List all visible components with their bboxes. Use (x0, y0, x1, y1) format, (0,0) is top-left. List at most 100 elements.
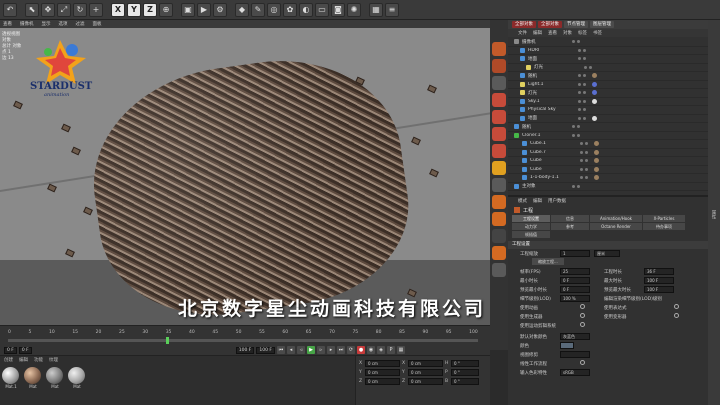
go-end-icon[interactable]: ⏭ (337, 346, 345, 354)
section-header[interactable]: 工程设置 (508, 241, 708, 249)
lod-field[interactable]: 100 % (560, 295, 590, 302)
preview-min-field[interactable]: 0 F (560, 286, 590, 293)
current-frame-field[interactable]: 0 F (4, 346, 17, 354)
tab-objects-2[interactable]: 全部对象 (538, 21, 562, 28)
object-row[interactable]: 地面 (508, 115, 708, 123)
plugin-s1-icon[interactable] (492, 195, 506, 209)
vp-menu-camera[interactable]: 摄像机 (20, 21, 34, 27)
prev-frame-icon[interactable]: ◃ (297, 346, 305, 354)
coordinate-system-icon[interactable]: ⊕ (159, 2, 173, 17)
om-menu-edit[interactable]: 编辑 (533, 30, 542, 36)
om-menu-file[interactable]: 文件 (518, 30, 527, 36)
texture-mode-icon[interactable] (492, 59, 506, 73)
preview-end-field[interactable]: 100 F (256, 346, 275, 354)
object-row[interactable]: 灯光 (508, 64, 708, 72)
plugin-s3-icon[interactable] (492, 229, 506, 243)
rotate-icon[interactable]: ↻ (73, 2, 87, 17)
lock-icon[interactable] (492, 178, 506, 192)
coord-rot-h[interactable]: 0 ° (451, 360, 479, 367)
tab-todo[interactable]: 待办事项 (643, 223, 685, 230)
playhead[interactable] (166, 337, 169, 344)
start-frame-field[interactable]: 0 F (18, 346, 32, 354)
object-row[interactable]: Cube.1 (508, 140, 708, 149)
deformer-icon[interactable]: ◐ (299, 2, 313, 17)
axis-y-button[interactable]: Y (127, 2, 141, 17)
scale-unit-dropdown[interactable]: 厘米 (594, 250, 620, 257)
points-mode-icon[interactable] (492, 93, 506, 107)
object-row[interactable]: 随机 (508, 72, 708, 81)
tab-objects[interactable]: 全部对象 (512, 21, 536, 28)
timeline-track[interactable] (8, 339, 478, 342)
object-row[interactable]: 地面 (508, 55, 708, 64)
axis-z-button[interactable]: Z (143, 2, 157, 17)
min-time-field[interactable]: 0 F (560, 277, 590, 284)
object-row[interactable]: HDRI (508, 47, 708, 55)
script-icon[interactable]: ≡ (385, 2, 399, 17)
view-clip-dropdown[interactable] (560, 351, 590, 358)
tab-frame-interp[interactable]: 帧插值 (512, 231, 550, 238)
record-icon[interactable]: ● (357, 346, 365, 354)
scheme-icon[interactable]: ▦ (397, 346, 405, 354)
undo-icon[interactable]: ↶ (3, 2, 17, 17)
coord-pos-x[interactable]: 0 cm (365, 360, 400, 367)
om-menu-view[interactable]: 查看 (548, 30, 557, 36)
next-frame-icon[interactable]: ▹ (317, 346, 325, 354)
tab-animation-hook[interactable]: Animation/Hook (590, 215, 642, 222)
axis-mode-icon[interactable] (492, 144, 506, 158)
mat-menu-function[interactable]: 功能 (34, 357, 43, 363)
om-menu-object[interactable]: 对象 (563, 30, 572, 36)
tab-node-manager[interactable]: 节点管理 (564, 21, 588, 28)
material-swatch[interactable]: Mat (68, 367, 86, 389)
fps-field[interactable]: 25 (560, 268, 590, 275)
project-time-field[interactable]: 36 F (644, 268, 674, 275)
vp-menu-display[interactable]: 显示 (42, 21, 51, 27)
object-row[interactable]: Cube (508, 157, 708, 166)
mat-menu-texture[interactable]: 纹理 (49, 357, 58, 363)
object-row[interactable]: 随机 (508, 123, 708, 132)
keyframe-icon[interactable]: ◈ (377, 346, 385, 354)
play-icon[interactable]: ▶ (307, 346, 315, 354)
render-view-icon[interactable]: ▣ (181, 2, 195, 17)
use-animation-checkbox[interactable] (580, 304, 585, 309)
coord-pos-y[interactable]: 0 cm (365, 369, 400, 376)
mat-menu-create[interactable]: 创建 (4, 357, 13, 363)
color-swatch[interactable] (560, 342, 574, 349)
plugin-extra-icon[interactable] (492, 263, 506, 277)
object-row[interactable]: 灯光 (508, 89, 708, 98)
object-row[interactable]: Cloner.1 (508, 132, 708, 140)
mat-menu-edit[interactable]: 编辑 (19, 357, 28, 363)
input-color-dropdown[interactable]: sRGB (560, 369, 590, 376)
tab-reference[interactable]: 参考 (551, 223, 589, 230)
tab-project-settings[interactable]: 工程设置 (512, 215, 550, 222)
prev-key-icon[interactable]: ◂ (287, 346, 295, 354)
pla-icon[interactable]: P (387, 346, 395, 354)
edges-mode-icon[interactable] (492, 110, 506, 124)
object-row[interactable]: 主对象 (508, 183, 708, 191)
object-row[interactable]: Physical Sky (508, 106, 708, 115)
at-menu-edit[interactable]: 编辑 (533, 198, 542, 204)
at-menu-userdata[interactable]: 用户数据 (548, 198, 566, 204)
vp-menu-view[interactable]: 查看 (3, 21, 12, 27)
model-mode-icon[interactable] (492, 42, 506, 56)
plugin-s2-icon[interactable] (492, 212, 506, 226)
preview-max-field[interactable]: 100 F (644, 286, 674, 293)
go-start-icon[interactable]: ⏮ (277, 346, 285, 354)
render-picture-icon[interactable]: ▶ (197, 2, 211, 17)
vp-menu-filter[interactable]: 过滤 (76, 21, 85, 27)
coord-size-y[interactable]: 0 cm (408, 369, 443, 376)
use-generator-checkbox[interactable] (580, 313, 585, 318)
attributes-side-tab[interactable]: 属性 (710, 210, 716, 219)
coord-pos-z[interactable]: 0 cm (365, 378, 400, 385)
autokey-icon[interactable]: ◉ (367, 346, 375, 354)
use-deformer-checkbox[interactable] (674, 313, 679, 318)
workplane-icon[interactable] (492, 76, 506, 90)
om-menu-bookmarks[interactable]: 书签 (593, 30, 602, 36)
object-row[interactable]: Cube (508, 166, 708, 174)
coord-rot-p[interactable]: 0 ° (451, 369, 479, 376)
at-menu-mode[interactable]: 模式 (518, 198, 527, 204)
pen-icon[interactable]: ✎ (251, 2, 265, 17)
coord-size-x[interactable]: 0 cm (408, 360, 443, 367)
recent-tools-icon[interactable]: + (89, 2, 103, 17)
layout-icon[interactable]: ▦ (369, 2, 383, 17)
object-row[interactable]: 1-1-body-1.1 (508, 174, 708, 183)
